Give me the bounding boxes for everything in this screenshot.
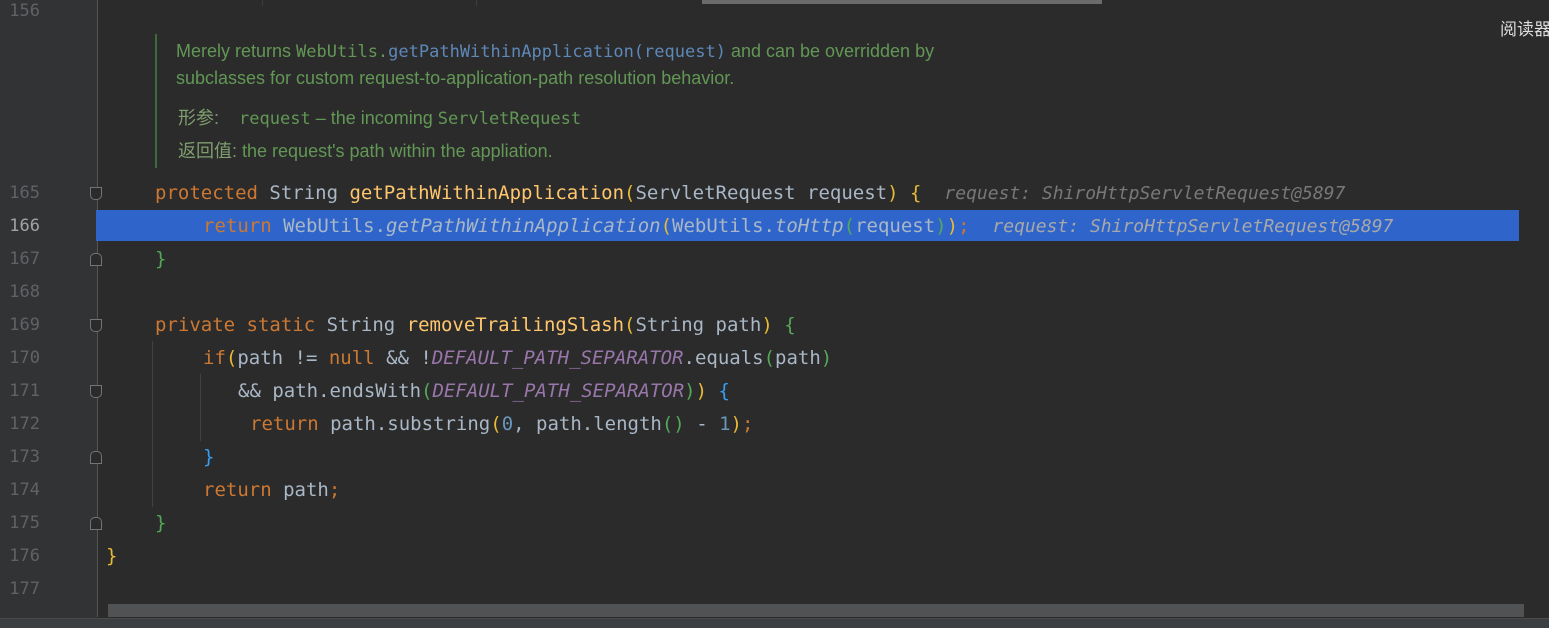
- fold-close-icon[interactable]: [90, 451, 102, 464]
- fold-open-icon[interactable]: [90, 319, 102, 332]
- indent-guide: [152, 341, 153, 507]
- line-number: 172: [9, 414, 40, 434]
- inline-debug-hint: request: ShiroHttpServletRequest@5897: [944, 183, 1346, 204]
- line-number: 167: [9, 249, 40, 269]
- code-line-169[interactable]: private static String removeTrailingSlas…: [155, 309, 796, 342]
- line-number: 168: [9, 282, 40, 302]
- code-line-167[interactable]: }: [155, 243, 166, 276]
- line-number: 170: [9, 348, 40, 368]
- line-number: 176: [9, 546, 40, 566]
- code-line-170[interactable]: if(path != null && !DEFAULT_PATH_SEPARAT…: [203, 342, 832, 375]
- doc-comment-bar: [155, 34, 157, 168]
- line-number-current: 166: [9, 216, 40, 236]
- doc-return-line: 返回值: the request's path within the appli…: [178, 141, 553, 161]
- line-number: 175: [9, 513, 40, 533]
- code-line-165[interactable]: protected String getPathWithinApplicatio…: [155, 177, 1345, 210]
- fold-close-icon[interactable]: [90, 253, 102, 266]
- code-line-176[interactable]: }: [106, 540, 117, 573]
- line-number: 156: [9, 1, 40, 21]
- code-line-174[interactable]: return path;: [203, 474, 340, 507]
- indent-guide: [200, 374, 201, 441]
- top-scroll-indicator[interactable]: [702, 0, 1102, 4]
- line-number: 173: [9, 447, 40, 467]
- line-number: 169: [9, 315, 40, 335]
- fold-open-icon[interactable]: [90, 385, 102, 398]
- line-number: 177: [9, 579, 40, 599]
- doc-param-line: 形参: request – the incoming ServletReques…: [178, 108, 582, 129]
- tab-separator: [476, 0, 477, 6]
- horizontal-scrollbar-thumb[interactable]: [108, 604, 1524, 617]
- code-line-173[interactable]: }: [203, 441, 214, 474]
- line-number: 171: [9, 381, 40, 401]
- fold-close-icon[interactable]: [90, 517, 102, 530]
- code-line-166[interactable]: return WebUtils.getPathWithinApplication…: [203, 210, 1393, 243]
- fold-open-icon[interactable]: [90, 187, 102, 200]
- doc-comment-line: Merely returns WebUtils.getPathWithinApp…: [176, 41, 935, 62]
- doc-comment-line: subclasses for custom request-to-applica…: [176, 68, 735, 88]
- doc-link[interactable]: getPathWithinApplication(request): [388, 42, 726, 62]
- inline-debug-hint: request: ShiroHttpServletRequest@5897: [992, 216, 1394, 237]
- code-line-172[interactable]: return path.substring(0, path.length() -…: [250, 408, 753, 441]
- line-number: 165: [9, 183, 40, 203]
- line-number: 174: [9, 480, 40, 500]
- tab-separator: [262, 0, 263, 6]
- code-editor[interactable]: 156 165 166 167 168 169 170 171 172 173 …: [0, 0, 1549, 628]
- reader-mode-button[interactable]: 阅读器: [1500, 15, 1549, 40]
- code-line-171[interactable]: && path.endsWith(DEFAULT_PATH_SEPARATOR)…: [238, 375, 730, 408]
- code-line-175[interactable]: }: [155, 507, 166, 540]
